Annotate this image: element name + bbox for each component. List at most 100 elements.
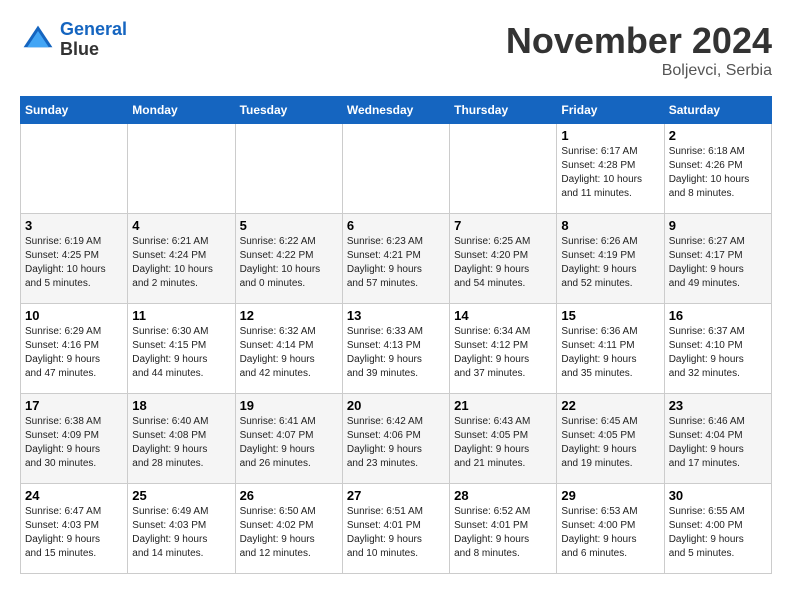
day-info: Sunrise: 6:29 AM Sunset: 4:16 PM Dayligh… <box>25 325 123 381</box>
day-info: Sunrise: 6:18 AM Sunset: 4:26 PM Dayligh… <box>669 145 767 201</box>
page-header: General Blue November 2024 Boljevci, Ser… <box>20 20 772 80</box>
day-info: Sunrise: 6:23 AM Sunset: 4:21 PM Dayligh… <box>347 235 445 291</box>
calendar-cell: 28Sunrise: 6:52 AM Sunset: 4:01 PM Dayli… <box>450 484 557 574</box>
calendar-week-row: 24 Sunrise: 6:47 AM Sunset: 4:03 PM Dayli… <box>21 484 772 574</box>
day-info: Sunrise: 6:49 AM Sunset: 4:03 PM Dayligh… <box>132 505 230 561</box>
day-info: Sunrise: 6:25 AM Sunset: 4:20 PM Dayligh… <box>454 235 552 291</box>
calendar-cell: 3 Sunrise: 6:19 AM Sunset: 4:25 PM Daylig… <box>21 214 128 304</box>
calendar-cell: 14Sunrise: 6:34 AM Sunset: 4:12 PM Dayli… <box>450 304 557 394</box>
day-number: 29 <box>561 488 659 503</box>
title-block: November 2024 Boljevci, Serbia <box>506 20 772 80</box>
day-number: 1 <box>561 128 659 143</box>
calendar-cell: 30 Sunrise: 6:55 AM Sunset: 4:00 PM Dayli… <box>664 484 771 574</box>
day-info: Sunrise: 6:30 AM Sunset: 4:15 PM Dayligh… <box>132 325 230 381</box>
day-info: Sunrise: 6:37 AM Sunset: 4:10 PM Dayligh… <box>669 325 767 381</box>
day-number: 15 <box>561 308 659 323</box>
calendar-cell: 20 Sunrise: 6:42 AM Sunset: 4:06 PM Dayli… <box>342 394 449 484</box>
day-info: Sunrise: 6:40 AM Sunset: 4:08 PM Dayligh… <box>132 415 230 471</box>
calendar-cell: 9Sunrise: 6:27 AM Sunset: 4:17 PM Daylig… <box>664 214 771 304</box>
day-info: Sunrise: 6:19 AM Sunset: 4:25 PM Dayligh… <box>25 235 123 291</box>
calendar-week-row: 17 Sunrise: 6:38 AM Sunset: 4:09 PM Dayli… <box>21 394 772 484</box>
day-info: Sunrise: 6:52 AM Sunset: 4:01 PM Dayligh… <box>454 505 552 561</box>
day-number: 23 <box>669 398 767 413</box>
calendar-cell: 16 Sunrise: 6:37 AM Sunset: 4:10 PM Dayli… <box>664 304 771 394</box>
day-number: 10 <box>25 308 123 323</box>
day-info: Sunrise: 6:38 AM Sunset: 4:09 PM Dayligh… <box>25 415 123 471</box>
day-info: Sunrise: 6:41 AM Sunset: 4:07 PM Dayligh… <box>240 415 338 471</box>
calendar-cell: 29Sunrise: 6:53 AM Sunset: 4:00 PM Dayli… <box>557 484 664 574</box>
calendar-cell: 18 Sunrise: 6:40 AM Sunset: 4:08 PM Dayli… <box>128 394 235 484</box>
day-number: 30 <box>669 488 767 503</box>
calendar-cell: 19 Sunrise: 6:41 AM Sunset: 4:07 PM Dayli… <box>235 394 342 484</box>
weekday-header: Thursday <box>450 97 557 124</box>
day-info: Sunrise: 6:42 AM Sunset: 4:06 PM Dayligh… <box>347 415 445 471</box>
logo: General Blue <box>20 20 127 60</box>
day-number: 27 <box>347 488 445 503</box>
day-info: Sunrise: 6:21 AM Sunset: 4:24 PM Dayligh… <box>132 235 230 291</box>
day-info: Sunrise: 6:43 AM Sunset: 4:05 PM Dayligh… <box>454 415 552 471</box>
day-info: Sunrise: 6:45 AM Sunset: 4:05 PM Dayligh… <box>561 415 659 471</box>
weekday-header: Sunday <box>21 97 128 124</box>
day-info: Sunrise: 6:47 AM Sunset: 4:03 PM Dayligh… <box>25 505 123 561</box>
day-number: 25 <box>132 488 230 503</box>
calendar-cell <box>235 124 342 214</box>
month-title: November 2024 <box>506 20 772 62</box>
calendar-table: SundayMondayTuesdayWednesdayThursdayFrid… <box>20 96 772 574</box>
calendar-cell: 15Sunrise: 6:36 AM Sunset: 4:11 PM Dayli… <box>557 304 664 394</box>
day-number: 7 <box>454 218 552 233</box>
calendar-cell: 2 Sunrise: 6:18 AM Sunset: 4:26 PM Daylig… <box>664 124 771 214</box>
day-number: 18 <box>132 398 230 413</box>
weekday-header: Monday <box>128 97 235 124</box>
calendar-cell <box>450 124 557 214</box>
day-number: 12 <box>240 308 338 323</box>
calendar-cell: 23Sunrise: 6:46 AM Sunset: 4:04 PM Dayli… <box>664 394 771 484</box>
location: Boljevci, Serbia <box>506 62 772 80</box>
day-number: 16 <box>669 308 767 323</box>
day-info: Sunrise: 6:50 AM Sunset: 4:02 PM Dayligh… <box>240 505 338 561</box>
calendar-week-row: 1 Sunrise: 6:17 AM Sunset: 4:28 PM Daylig… <box>21 124 772 214</box>
day-number: 19 <box>240 398 338 413</box>
weekday-header: Friday <box>557 97 664 124</box>
calendar-cell: 11 Sunrise: 6:30 AM Sunset: 4:15 PM Dayli… <box>128 304 235 394</box>
calendar-cell <box>128 124 235 214</box>
day-number: 20 <box>347 398 445 413</box>
day-info: Sunrise: 6:32 AM Sunset: 4:14 PM Dayligh… <box>240 325 338 381</box>
day-number: 6 <box>347 218 445 233</box>
logo-text: General Blue <box>60 20 127 60</box>
day-info: Sunrise: 6:55 AM Sunset: 4:00 PM Dayligh… <box>669 505 767 561</box>
day-number: 3 <box>25 218 123 233</box>
day-info: Sunrise: 6:33 AM Sunset: 4:13 PM Dayligh… <box>347 325 445 381</box>
day-info: Sunrise: 6:51 AM Sunset: 4:01 PM Dayligh… <box>347 505 445 561</box>
calendar-cell: 21Sunrise: 6:43 AM Sunset: 4:05 PM Dayli… <box>450 394 557 484</box>
weekday-header: Tuesday <box>235 97 342 124</box>
day-number: 17 <box>25 398 123 413</box>
calendar-cell: 12 Sunrise: 6:32 AM Sunset: 4:14 PM Dayli… <box>235 304 342 394</box>
calendar-cell: 25 Sunrise: 6:49 AM Sunset: 4:03 PM Dayli… <box>128 484 235 574</box>
calendar-cell: 4 Sunrise: 6:21 AM Sunset: 4:24 PM Daylig… <box>128 214 235 304</box>
day-number: 4 <box>132 218 230 233</box>
day-info: Sunrise: 6:26 AM Sunset: 4:19 PM Dayligh… <box>561 235 659 291</box>
calendar-cell: 6 Sunrise: 6:23 AM Sunset: 4:21 PM Daylig… <box>342 214 449 304</box>
calendar-cell: 1 Sunrise: 6:17 AM Sunset: 4:28 PM Daylig… <box>557 124 664 214</box>
calendar-cell: 7 Sunrise: 6:25 AM Sunset: 4:20 PM Daylig… <box>450 214 557 304</box>
day-number: 22 <box>561 398 659 413</box>
weekday-header: Wednesday <box>342 97 449 124</box>
weekday-header-row: SundayMondayTuesdayWednesdayThursdayFrid… <box>21 97 772 124</box>
day-number: 26 <box>240 488 338 503</box>
day-number: 11 <box>132 308 230 323</box>
day-number: 13 <box>347 308 445 323</box>
calendar-cell: 26 Sunrise: 6:50 AM Sunset: 4:02 PM Dayli… <box>235 484 342 574</box>
day-number: 2 <box>669 128 767 143</box>
day-number: 8 <box>561 218 659 233</box>
calendar-cell <box>342 124 449 214</box>
calendar-cell: 5 Sunrise: 6:22 AM Sunset: 4:22 PM Daylig… <box>235 214 342 304</box>
day-info: Sunrise: 6:34 AM Sunset: 4:12 PM Dayligh… <box>454 325 552 381</box>
day-info: Sunrise: 6:22 AM Sunset: 4:22 PM Dayligh… <box>240 235 338 291</box>
day-info: Sunrise: 6:17 AM Sunset: 4:28 PM Dayligh… <box>561 145 659 201</box>
calendar-cell: 8 Sunrise: 6:26 AM Sunset: 4:19 PM Daylig… <box>557 214 664 304</box>
calendar-week-row: 3 Sunrise: 6:19 AM Sunset: 4:25 PM Daylig… <box>21 214 772 304</box>
calendar-week-row: 10 Sunrise: 6:29 AM Sunset: 4:16 PM Dayli… <box>21 304 772 394</box>
day-number: 24 <box>25 488 123 503</box>
calendar-cell: 10 Sunrise: 6:29 AM Sunset: 4:16 PM Dayli… <box>21 304 128 394</box>
day-number: 5 <box>240 218 338 233</box>
